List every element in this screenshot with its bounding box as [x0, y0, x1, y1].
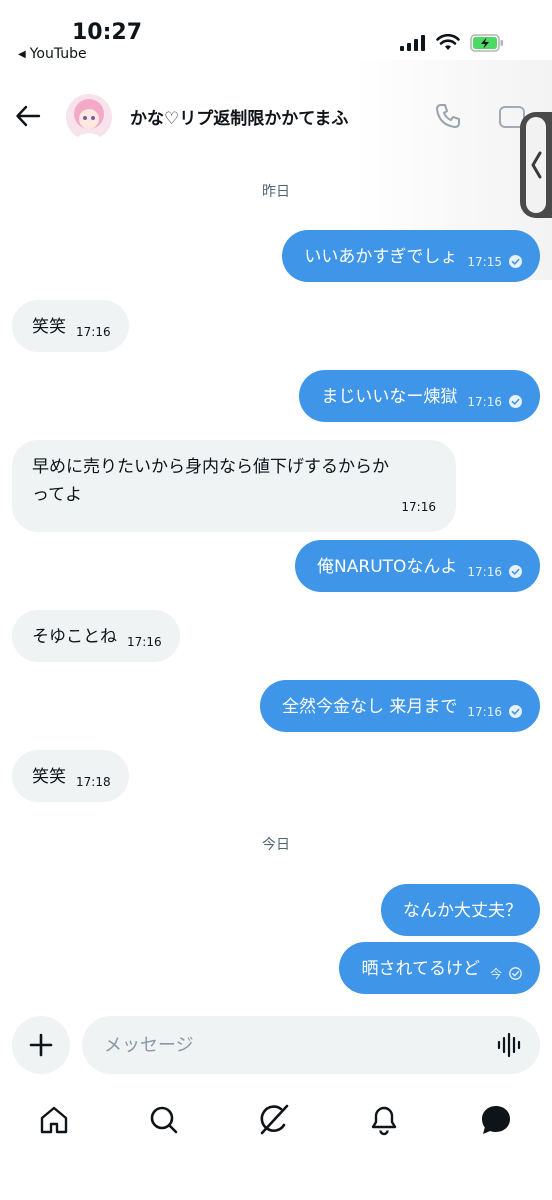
voice-message-icon[interactable] [496, 1032, 524, 1058]
back-app-label: YouTube [29, 46, 87, 62]
message-time: 17:15 [467, 255, 502, 269]
battery-charging-icon [470, 34, 503, 52]
back-triangle-icon: ◀ [18, 48, 26, 60]
message-bubble-sent[interactable]: 全然今金なし 来月まで 17:16 [260, 680, 540, 732]
conversation-header: かな♡リプ返制限かかてまふ [0, 86, 552, 146]
message-text: 笑笑 [32, 767, 66, 787]
message-bubble-received[interactable]: そゆことね 17:16 [12, 610, 180, 662]
nav-search[interactable] [146, 1102, 182, 1138]
day-label-yesterday: 昨日 [262, 184, 290, 200]
add-attachment-button[interactable] [12, 1016, 70, 1074]
message-bubble-received[interactable]: 早めに売りたいから身内なら値下げするからか ってよ 17:16 [12, 440, 456, 532]
message-time: 今 [489, 967, 502, 981]
message-text: 全然今金なし 来月まで [282, 697, 458, 717]
message-bubble-sent[interactable]: まじいいなー煉獄 17:16 [299, 370, 540, 422]
message-bubble-received[interactable]: 笑笑 17:18 [12, 750, 129, 802]
message-text-line: 早めに売りたいから身内なら値下げするからか [32, 457, 389, 477]
read-check-icon [509, 704, 522, 718]
status-icons [400, 34, 504, 52]
nav-notifications[interactable] [366, 1102, 402, 1138]
read-check-icon [509, 394, 522, 408]
notifications-icon [371, 1106, 397, 1136]
message-text: なんか大丈夫？ [403, 901, 522, 921]
contact-avatar[interactable] [66, 94, 112, 140]
home-icon [40, 1106, 68, 1134]
message-bubble-sent[interactable]: 晒されてるけど 今 [339, 942, 540, 994]
bottom-navigation [0, 1092, 552, 1152]
message-bubble-received[interactable]: 笑笑 17:16 [12, 300, 129, 352]
back-arrow-icon[interactable] [14, 102, 42, 130]
nav-grok[interactable] [256, 1102, 292, 1138]
side-panel-handle[interactable] [520, 112, 552, 218]
message-time: 17:16 [467, 395, 502, 409]
message-time: 17:16 [127, 635, 162, 649]
status-bar: 10:27 ◀ YouTube [0, 0, 552, 70]
message-text: 晒されてるけど [361, 959, 480, 979]
message-time: 17:16 [467, 565, 502, 579]
message-text: まじいいなー煉獄 [321, 387, 458, 407]
plus-icon [29, 1033, 53, 1057]
message-text: 笑笑 [32, 317, 66, 337]
message-time: 17:16 [76, 325, 111, 339]
message-bubble-sent[interactable]: なんか大丈夫？ [381, 884, 540, 936]
status-time: 10:27 [72, 20, 143, 45]
wifi-icon [436, 34, 460, 50]
chevron-left-icon [531, 151, 542, 179]
back-to-app-link[interactable]: ◀ YouTube [18, 46, 87, 62]
contact-name[interactable]: かな♡リプ返制限かかてまふ [130, 104, 348, 129]
nav-home[interactable] [36, 1102, 72, 1138]
message-time: 17:18 [76, 775, 111, 789]
message-time: 17:16 [401, 500, 436, 514]
nav-messages[interactable] [478, 1102, 514, 1138]
day-label-today: 今日 [262, 837, 290, 853]
read-check-icon [509, 564, 522, 578]
sent-check-icon [509, 966, 522, 980]
message-text: そゆことね [32, 627, 117, 647]
messages-icon [482, 1106, 510, 1134]
message-input[interactable] [104, 1016, 484, 1074]
avatar-image [66, 94, 112, 140]
search-icon [150, 1106, 178, 1134]
message-bubble-sent[interactable]: いいあかすぎでしょ 17:15 [282, 230, 540, 282]
message-bubble-sent[interactable]: 俺NARUTOなんよ 17:16 [295, 540, 540, 592]
message-time: 17:16 [467, 705, 502, 719]
read-check-icon [509, 254, 522, 268]
phone-icon[interactable] [434, 102, 462, 130]
message-text: いいあかすぎでしょ [304, 247, 458, 267]
cellular-signal-icon [400, 35, 425, 51]
grok-icon [260, 1104, 289, 1135]
message-text: 俺NARUTOなんよ [317, 557, 458, 577]
message-composer [82, 1016, 540, 1074]
